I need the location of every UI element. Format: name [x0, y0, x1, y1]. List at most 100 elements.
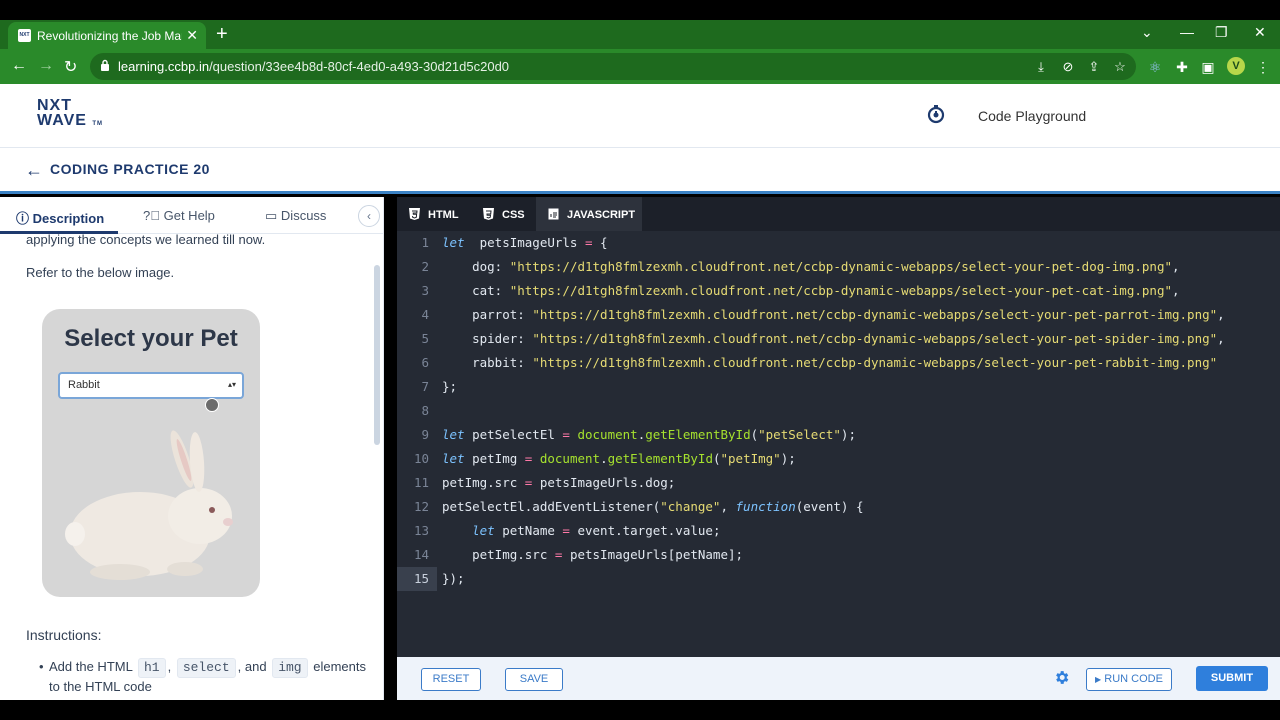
run-code-button[interactable]: ▶ RUN CODE — [1086, 668, 1172, 691]
panel-tabs: ⓘ Description ?⃝ Get Help ▭ Discuss ‹ — [0, 197, 383, 234]
code-token: , — [1217, 307, 1225, 322]
tab-html-label: HTML — [428, 209, 459, 221]
tab-html[interactable]: HTML — [409, 197, 469, 231]
code-token: petSelectEl — [464, 427, 563, 442]
code-line[interactable]: 6 rabbit: "https://d1tgh8fmlzexmh.cloudf… — [397, 351, 1280, 375]
tab-css[interactable]: CSS — [483, 197, 533, 231]
line-number: 9 — [421, 427, 429, 442]
restore-icon[interactable]: ❐ — [1215, 24, 1228, 41]
code-chip-img: img — [272, 658, 308, 678]
code-token: "https://d1tgh8fmlzexmh.cloudfront.net/c… — [509, 283, 1172, 298]
code-token: "https://d1tgh8fmlzexmh.cloudfront.net/c… — [532, 331, 1218, 346]
code-line[interactable]: 15}); — [397, 567, 1280, 591]
code-line[interactable]: 3 cat: "https://d1tgh8fmlzexmh.cloudfron… — [397, 279, 1280, 303]
code-line[interactable]: 11 petImg.src = petsImageUrls.dog; — [397, 471, 1280, 495]
extensions-puzzle-icon[interactable]: ✚ — [1174, 59, 1190, 76]
line-number: 6 — [421, 355, 429, 370]
preview-pet-select: Rabbit ▴▾ — [58, 372, 244, 399]
address-bar[interactable]: learning.ccbp.in/question/33ee4b8d-80cf-… — [90, 53, 1136, 80]
collapse-panel-button[interactable]: ‹ — [358, 205, 380, 227]
reload-icon[interactable]: ↻ — [64, 57, 77, 77]
code-token: = — [585, 235, 593, 250]
reset-button[interactable]: RESET — [421, 668, 481, 691]
code-text: cat: "https://d1tgh8fmlzexmh.cloudfront.… — [442, 283, 1179, 298]
submit-button[interactable]: SUBMIT — [1196, 666, 1268, 691]
code-editor: HTML CSS JAVASCRIPT 1 let petsImageUrls =… — [397, 197, 1280, 657]
line-number: 2 — [421, 259, 429, 274]
instruction-sep-1: , — [167, 659, 172, 674]
bookmark-star-icon[interactable]: ☆ — [1113, 60, 1127, 74]
settings-gear-icon[interactable] — [1053, 669, 1070, 686]
code-token: }); — [442, 571, 465, 586]
eye-off-icon[interactable]: ⊘ — [1061, 60, 1075, 74]
code-token: . — [600, 451, 608, 466]
preview-heading: Select your Pet — [64, 325, 238, 352]
tab-discuss[interactable]: ▭ Discuss — [265, 208, 326, 224]
code-text: }); — [442, 571, 465, 586]
code-token: petImg.src — [442, 547, 555, 562]
play-icon: ▶ — [1095, 675, 1102, 684]
logo-line-1: NXT — [37, 97, 72, 114]
code-line[interactable]: 14 petImg.src = petsImageUrls[petName]; — [397, 543, 1280, 567]
back-arrow-icon[interactable]: ← — [25, 160, 43, 181]
line-number: 3 — [421, 283, 429, 298]
code-playground-label: Code Playground — [978, 108, 1087, 124]
select-arrows-icon: ▴▾ — [227, 380, 236, 389]
code-text: petImg.src = petsImageUrls[petName]; — [442, 547, 743, 562]
minimize-icon[interactable]: — — [1180, 24, 1194, 40]
intro-text: applying the concepts we learned till no… — [26, 232, 266, 247]
code-token: "petSelect" — [758, 427, 841, 442]
new-tab-icon[interactable]: + — [216, 22, 228, 46]
tab-get-help[interactable]: ?⃝ Get Help — [143, 208, 215, 223]
code-token: ( — [712, 451, 721, 466]
code-line[interactable]: 12 petSelectEl.addEventListener("change",… — [397, 495, 1280, 519]
react-extension-icon[interactable]: ⚛ — [1147, 59, 1163, 76]
tab-javascript[interactable]: JAVASCRIPT — [536, 197, 642, 231]
back-nav-icon[interactable]: ← — [11, 57, 27, 75]
practice-header: ← CODING PRACTICE 20 — [0, 148, 1280, 194]
code-line[interactable]: 2 dog: "https://d1tgh8fmlzexmh.cloudfron… — [397, 255, 1280, 279]
tab-javascript-label: JAVASCRIPT — [567, 209, 636, 221]
code-token: "https://d1tgh8fmlzexmh.cloudfront.net/c… — [532, 355, 1218, 370]
code-line[interactable]: 5 spider: "https://d1tgh8fmlzexmh.cloudf… — [397, 327, 1280, 351]
share-icon[interactable]: ⇪ — [1087, 60, 1101, 74]
tab-description[interactable]: ⓘ Description — [16, 208, 104, 227]
profile-avatar[interactable]: V — [1227, 57, 1245, 75]
code-token: , — [720, 499, 736, 514]
js-file-icon — [548, 208, 559, 220]
side-panel-icon[interactable]: ▣ — [1200, 59, 1216, 76]
code-token: ); — [780, 451, 796, 466]
code-line[interactable]: 10 let petImg = document.getElementById("… — [397, 447, 1280, 471]
window-close-icon[interactable]: ✕ — [1254, 24, 1266, 41]
code-line[interactable]: 8 — [397, 399, 1280, 423]
code-token: (event) { — [795, 499, 864, 514]
site-header: NXT WAVE TM Code Playground — [0, 84, 1280, 148]
screen: NXT WAVE Revolutionizing the Job Market … — [0, 0, 1280, 720]
site-favicon-icon: NXT WAVE — [18, 29, 31, 42]
code-token: { — [592, 235, 608, 250]
code-line[interactable]: 9 let petSelectEl = document.getElementBy… — [397, 423, 1280, 447]
tab-search-icon[interactable]: ⌄ — [1141, 24, 1153, 41]
lock-icon — [101, 59, 109, 71]
code-token: = — [562, 427, 570, 442]
code-token: document — [539, 451, 601, 466]
browser-menu-icon[interactable]: ⋮ — [1255, 59, 1271, 76]
code-line[interactable]: 7}; — [397, 375, 1280, 399]
code-token: getElementById — [645, 427, 751, 442]
tab-close-icon[interactable]: ✕ — [186, 27, 198, 44]
code-line[interactable]: 13 let petName = event.target.value; — [397, 519, 1280, 543]
code-token: function — [735, 499, 796, 514]
code-token: "https://d1tgh8fmlzexmh.cloudfront.net/c… — [532, 307, 1218, 322]
code-line[interactable]: 4 parrot: "https://d1tgh8fmlzexmh.cloudf… — [397, 303, 1280, 327]
panel-scrollbar[interactable] — [374, 265, 380, 445]
instructions-heading: Instructions: — [26, 627, 102, 643]
save-button[interactable]: SAVE — [505, 668, 563, 691]
stopwatch-icon — [927, 105, 945, 124]
install-app-icon[interactable]: ⤓ — [1034, 60, 1048, 74]
nxtwave-logo[interactable]: NXT WAVE TM — [37, 98, 103, 132]
forward-nav-icon[interactable]: → — [38, 57, 54, 75]
code-line[interactable]: 1 let petsImageUrls = { — [397, 231, 1280, 255]
bullet-dot: • — [39, 659, 44, 674]
code-token: spider: — [442, 331, 533, 346]
browser-tab[interactable]: NXT WAVE Revolutionizing the Job Market … — [8, 22, 206, 49]
